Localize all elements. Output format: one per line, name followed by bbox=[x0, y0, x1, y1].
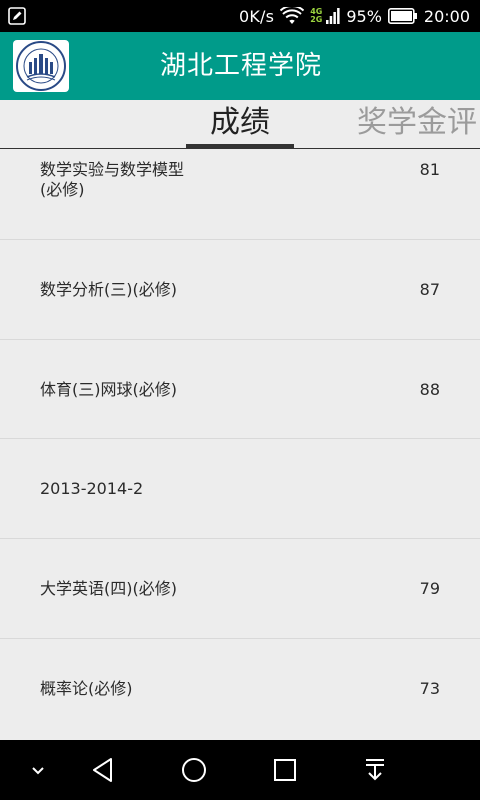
course-score: 87 bbox=[419, 280, 440, 299]
tab-scholarship-label: 奖学金评 bbox=[357, 105, 477, 140]
home-icon[interactable] bbox=[178, 754, 210, 786]
semester-label: 2013-2014-2 bbox=[40, 479, 144, 498]
grade-row[interactable]: 概率论(必修) 73 bbox=[0, 639, 480, 740]
grade-row[interactable]: 数学实验与数学模型(必修) 81 bbox=[0, 149, 480, 240]
course-score: 88 bbox=[419, 380, 440, 399]
chevron-down-icon[interactable] bbox=[22, 754, 54, 786]
app-title: 湖北工程学院 bbox=[160, 51, 323, 81]
semester-header-row[interactable]: 2013-2014-2 bbox=[0, 439, 480, 539]
grade-list: 数学实验与数学模型(必修) 81 数学分析(三)(必修) 87 体育(三)网球(… bbox=[0, 149, 480, 740]
status-indicators: 0K/s 4G 2G 95% 20:00 bbox=[239, 0, 470, 32]
signal-icon bbox=[326, 8, 340, 24]
net-2g-label: 2G bbox=[310, 15, 323, 24]
course-score: 81 bbox=[419, 160, 440, 179]
status-bar: 0K/s 4G 2G 95% 20:00 bbox=[0, 0, 480, 32]
recents-icon[interactable] bbox=[269, 754, 301, 786]
network-type-badge: 4G 2G bbox=[310, 8, 322, 24]
app-header: 湖北工程学院 bbox=[0, 32, 480, 100]
grade-row[interactable]: 体育(三)网球(必修) 88 bbox=[0, 340, 480, 439]
navigation-bar bbox=[0, 740, 480, 800]
grade-row[interactable]: 数学分析(三)(必修) 87 bbox=[0, 240, 480, 340]
battery-icon bbox=[387, 8, 418, 24]
network-speed: 0K/s bbox=[238, 6, 275, 26]
university-logo bbox=[13, 40, 69, 92]
grade-row[interactable]: 大学英语(四)(必修) 79 bbox=[0, 539, 480, 639]
battery-percent: 95% bbox=[346, 6, 382, 26]
edit-note-icon bbox=[8, 7, 26, 25]
wifi-icon bbox=[280, 7, 305, 25]
tab-bar: 成绩 奖学金评 bbox=[0, 100, 480, 149]
tab-grades[interactable]: 成绩 bbox=[186, 100, 294, 148]
tab-scholarship[interactable]: 奖学金评 bbox=[357, 100, 477, 144]
course-name: 数学实验与数学模型(必修) bbox=[40, 160, 185, 199]
course-score: 79 bbox=[419, 579, 440, 598]
tab-indicator bbox=[186, 144, 294, 148]
course-name: 大学英语(四)(必修) bbox=[40, 579, 177, 598]
course-score: 73 bbox=[419, 679, 440, 698]
course-name: 概率论(必修) bbox=[40, 679, 133, 698]
tab-grades-label: 成绩 bbox=[210, 105, 270, 140]
back-icon[interactable] bbox=[88, 754, 120, 786]
notification-pull-icon[interactable] bbox=[359, 754, 391, 786]
course-name: 体育(三)网球(必修) bbox=[40, 380, 177, 399]
course-name: 数学分析(三)(必修) bbox=[40, 280, 177, 299]
clock: 20:00 bbox=[423, 6, 470, 26]
